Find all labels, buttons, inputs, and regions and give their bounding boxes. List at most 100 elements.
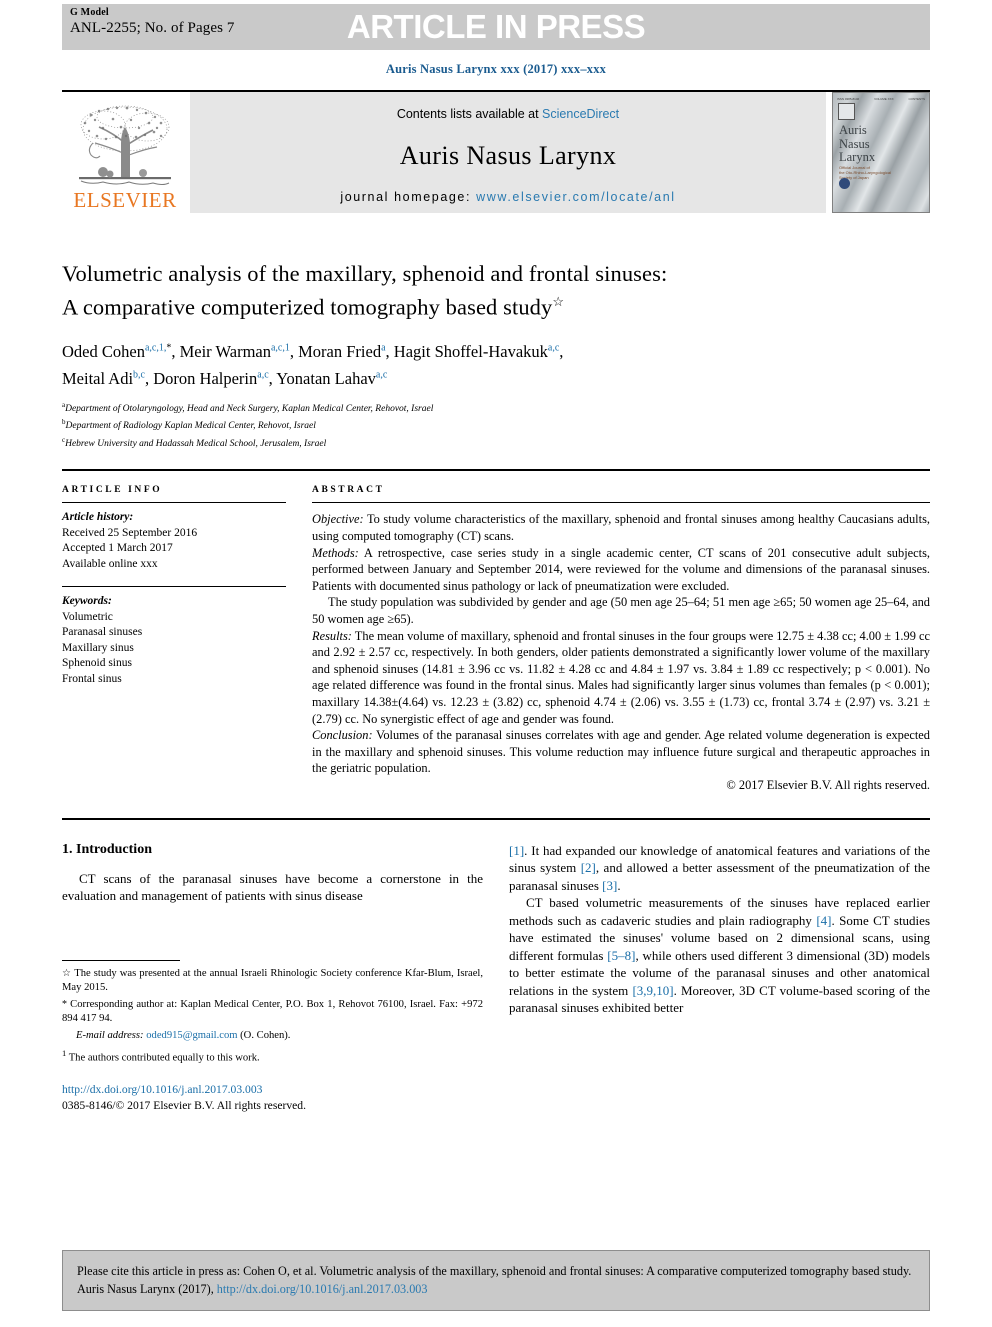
journal-homepage-line: journal homepage: www.elsevier.com/locat…: [190, 190, 826, 204]
author-affil-marks: b,c: [133, 369, 145, 380]
citation-ref-2[interactable]: [2]: [581, 860, 596, 875]
article-in-press-banner: G Model ANL-2255; No. of Pages 7 ARTICLE…: [62, 4, 930, 50]
cover-journal-title: Auris Nasus Larynx: [839, 123, 876, 165]
article-in-press-text: ARTICLE IN PRESS: [346, 8, 646, 45]
keywords-label: Keywords:: [62, 595, 112, 608]
contents-prefix: Contents lists available at: [396, 107, 543, 121]
citation-ref-3[interactable]: [3]: [602, 878, 617, 893]
cover-contents: CONTENTS: [908, 97, 925, 101]
article-info-column: ARTICLE INFO Article history: Received 2…: [62, 485, 312, 793]
footnote-star-text: The study was presented at the annual Is…: [62, 967, 484, 993]
elsevier-logo: ELSEVIER: [62, 92, 188, 213]
intro-paragraph-left: CT scans of the paranasal sinuses have b…: [62, 870, 483, 904]
citation-ref-1[interactable]: [1]: [509, 843, 524, 858]
article-title-line-2-text: A comparative computerized tomography ba…: [62, 294, 553, 320]
article-title-line-2: A comparative computerized tomography ba…: [62, 288, 930, 322]
author-affil-marks: a,c,1: [270, 342, 290, 354]
article-history-block: Article history: Received 25 September 2…: [62, 510, 286, 572]
footnote-one-text: The authors contributed equally to this …: [66, 1052, 260, 1064]
body-column-right: [1]. It had expanded our knowledge of an…: [509, 842, 930, 1017]
elsevier-wordmark: ELSEVIER: [73, 188, 177, 212]
body-columns: 1. Introduction CT scans of the paranasa…: [62, 842, 930, 1112]
email-address-label: E-mail address:: [76, 1029, 144, 1041]
keyword-item: Frontal sinus: [62, 672, 122, 685]
article-page: G Model ANL-2255; No. of Pages 7 ARTICLE…: [0, 4, 992, 1327]
sciencedirect-link[interactable]: ScienceDirect: [542, 107, 619, 121]
abstract-conclusion: Conclusion: Volumes of the paranasal sin…: [312, 727, 930, 777]
abstract-methods-text: A retrospective, case series study in a …: [312, 545, 930, 593]
abstract-objective-text: To study volume characteristics of the m…: [312, 512, 930, 544]
author-item: Doron Halperina,c,: [153, 369, 276, 388]
author-affil-marks: a,c: [375, 369, 388, 380]
journal-masthead: ELSEVIER Contents lists available at Sci…: [62, 90, 930, 213]
journal-title: Auris Nasus Larynx: [399, 141, 617, 170]
cover-title-line-3: Larynx: [839, 150, 876, 164]
keywords-rule: [62, 586, 286, 588]
author-name: Moran Fried: [298, 342, 382, 361]
affiliation-item: aDepartment of Otolaryngology, Head and …: [62, 399, 930, 417]
abstract-body: Objective: To study volume characteristi…: [312, 511, 930, 793]
author-sep: ,: [559, 342, 564, 361]
abstract-results-label: Results:: [312, 628, 352, 643]
abstract-copyright: © 2017 Elsevier B.V. All rights reserved…: [726, 777, 930, 792]
article-title-line-1: Volumetric analysis of the maxillary, sp…: [62, 261, 668, 286]
abstract-column: ABSTRACT Objective: To study volume char…: [312, 485, 930, 793]
article-history-item: Received 25 September 2016: [62, 526, 198, 539]
author-item: Meital Adib,c,: [62, 369, 153, 388]
journal-homepage-link[interactable]: www.elsevier.com/locate/anl: [476, 190, 676, 204]
cite-doi-link[interactable]: http://dx.doi.org/10.1016/j.anl.2017.03.…: [217, 1282, 428, 1296]
keyword-item: Volumetric: [62, 610, 113, 623]
author-sep: ,: [289, 342, 299, 361]
affiliation-item: cHebrew University and Hadassah Medical …: [62, 434, 930, 452]
keyword-item: Maxillary sinus: [62, 641, 134, 654]
cover-title-line-2: Nasus: [839, 136, 870, 151]
intro-paragraph-right-2: CT based volumetric measurements of the …: [509, 894, 930, 1017]
affiliation-text: Department of Radiology Kaplan Medical C…: [65, 421, 316, 432]
email-owner: (O. Cohen).: [237, 1029, 291, 1041]
intro-right-text-c: .: [617, 877, 621, 893]
author-sep: ,: [171, 342, 180, 361]
journal-cover-thumbnail: ISSN 0385-8146 VOLUME XXX CONTENTS Auris…: [832, 92, 930, 213]
abstract-conclusion-label: Conclusion:: [312, 728, 373, 743]
body-column-left: 1. Introduction CT scans of the paranasa…: [62, 842, 483, 1112]
article-doi-link[interactable]: http://dx.doi.org/10.1016/j.anl.2017.03.…: [62, 1082, 483, 1098]
author-name: Doron Halperin: [153, 368, 258, 388]
issn-copyright-line: 0385-8146/© 2017 Elsevier B.V. All right…: [62, 1099, 306, 1113]
cover-society-seal-icon: [839, 178, 850, 189]
affiliation-list: aDepartment of Otolaryngology, Head and …: [62, 399, 930, 452]
author-item: Meir Warmana,c,1,: [180, 342, 299, 361]
author-affil-marks: a,c: [547, 342, 560, 354]
author-name: Meital Adi: [62, 368, 134, 388]
page-title: Volumetric analysis of the maxillary, sp…: [62, 260, 930, 322]
abstract-methods-label: Methods:: [312, 545, 359, 560]
footnote-equal-contribution: 1 The authors contributed equally to thi…: [62, 1046, 483, 1066]
footnote-corresponding-author: * Corresponding author at: Kaplan Medica…: [62, 998, 483, 1026]
article-history-item: Available online xxx: [62, 557, 158, 570]
cite-this-article-box: Please cite this article in press as: Co…: [62, 1250, 930, 1311]
footnote-email-line: E-mail address: oded915@gmail.com (O. Co…: [62, 1029, 483, 1043]
keyword-item: Paranasal sinuses: [62, 626, 143, 639]
article-info-heading: ARTICLE INFO: [62, 485, 163, 496]
abstract-conclusion-text: Volumes of the paranasal sinuses correla…: [312, 728, 930, 776]
article-history-item: Accepted 1 March 2017: [62, 542, 173, 555]
author-sep: ,: [385, 342, 394, 361]
footnote-study-presented: ☆ The study was presented at the annual …: [62, 967, 483, 995]
abstract-methods: Methods: A retrospective, case series st…: [312, 545, 930, 595]
abstract-results: Results: The mean volume of maxillary, s…: [312, 628, 930, 728]
footnote-star-symbol: ☆: [62, 967, 72, 979]
cite-text-body: Please cite this article in press as: Co…: [77, 1264, 912, 1296]
body-section-top-rule: [62, 817, 930, 820]
author-affil-marks: a,c: [257, 369, 269, 380]
abstract-objective-label: Objective:: [312, 512, 364, 527]
citation-ref-3-9-10[interactable]: [3,9,10]: [632, 983, 673, 998]
cite-text: Please cite this article in press as: Co…: [77, 1262, 915, 1298]
author-email-link[interactable]: oded915@gmail.com: [146, 1030, 237, 1041]
citation-ref-4[interactable]: [4]: [816, 913, 831, 928]
keywords-block: Keywords: Volumetric Paranasal sinuses M…: [62, 594, 286, 687]
author-item: Oded Cohena,c,1,*,: [62, 342, 180, 361]
author-item: Yonatan Lahava,c: [276, 369, 387, 388]
abstract-heading: ABSTRACT: [312, 485, 385, 496]
keyword-item: Sphenoid sinus: [62, 657, 132, 670]
affiliation-item: bDepartment of Radiology Kaplan Medical …: [62, 416, 930, 434]
citation-ref-5-8[interactable]: [5–8]: [607, 948, 635, 963]
